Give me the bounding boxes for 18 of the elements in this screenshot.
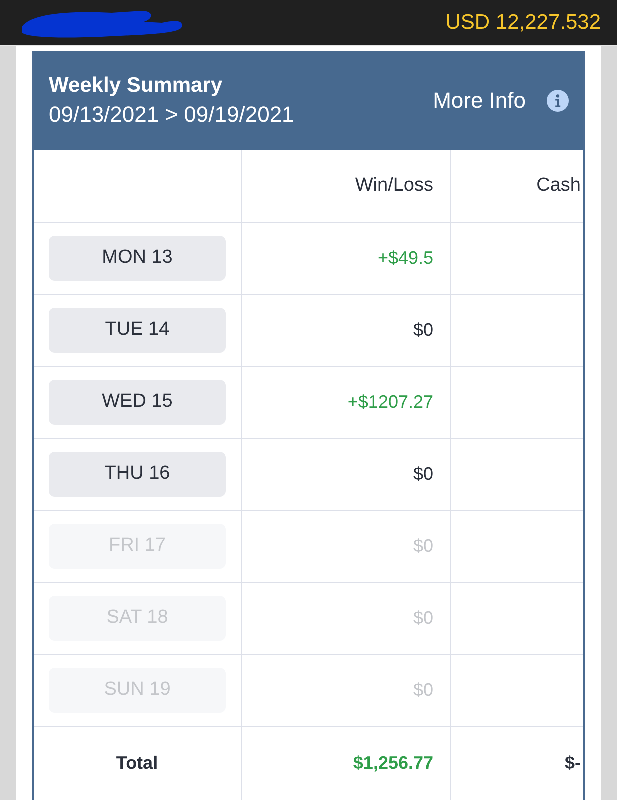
win-loss-cell: $0 xyxy=(241,294,450,366)
win-loss-cell: $0 xyxy=(241,654,450,726)
day-button[interactable]: WED 15 xyxy=(49,380,226,424)
column-header: Cash xyxy=(450,150,583,222)
column-header: Win/Loss xyxy=(241,150,450,222)
win-loss-cell: +$49.5 xyxy=(241,222,450,294)
info-icon[interactable] xyxy=(547,90,569,112)
day-button[interactable]: TUE 14 xyxy=(49,308,226,352)
date-range: 09/13/2021 > 09/19/2021 xyxy=(49,100,294,128)
win-loss-cell: $0 xyxy=(241,510,450,582)
day-button[interactable]: THU 16 xyxy=(49,452,226,496)
win-loss-cell: $0 xyxy=(241,582,450,654)
more-info-link[interactable]: More Info xyxy=(433,84,526,117)
summary-title: Weekly Summary xyxy=(49,72,224,98)
account-balance: USD 12,227.532 xyxy=(446,10,601,36)
win-loss-cell: +$1207.27 xyxy=(241,366,450,438)
day-button[interactable]: MON 13 xyxy=(49,236,226,280)
win-loss-cell: $0 xyxy=(241,438,450,510)
